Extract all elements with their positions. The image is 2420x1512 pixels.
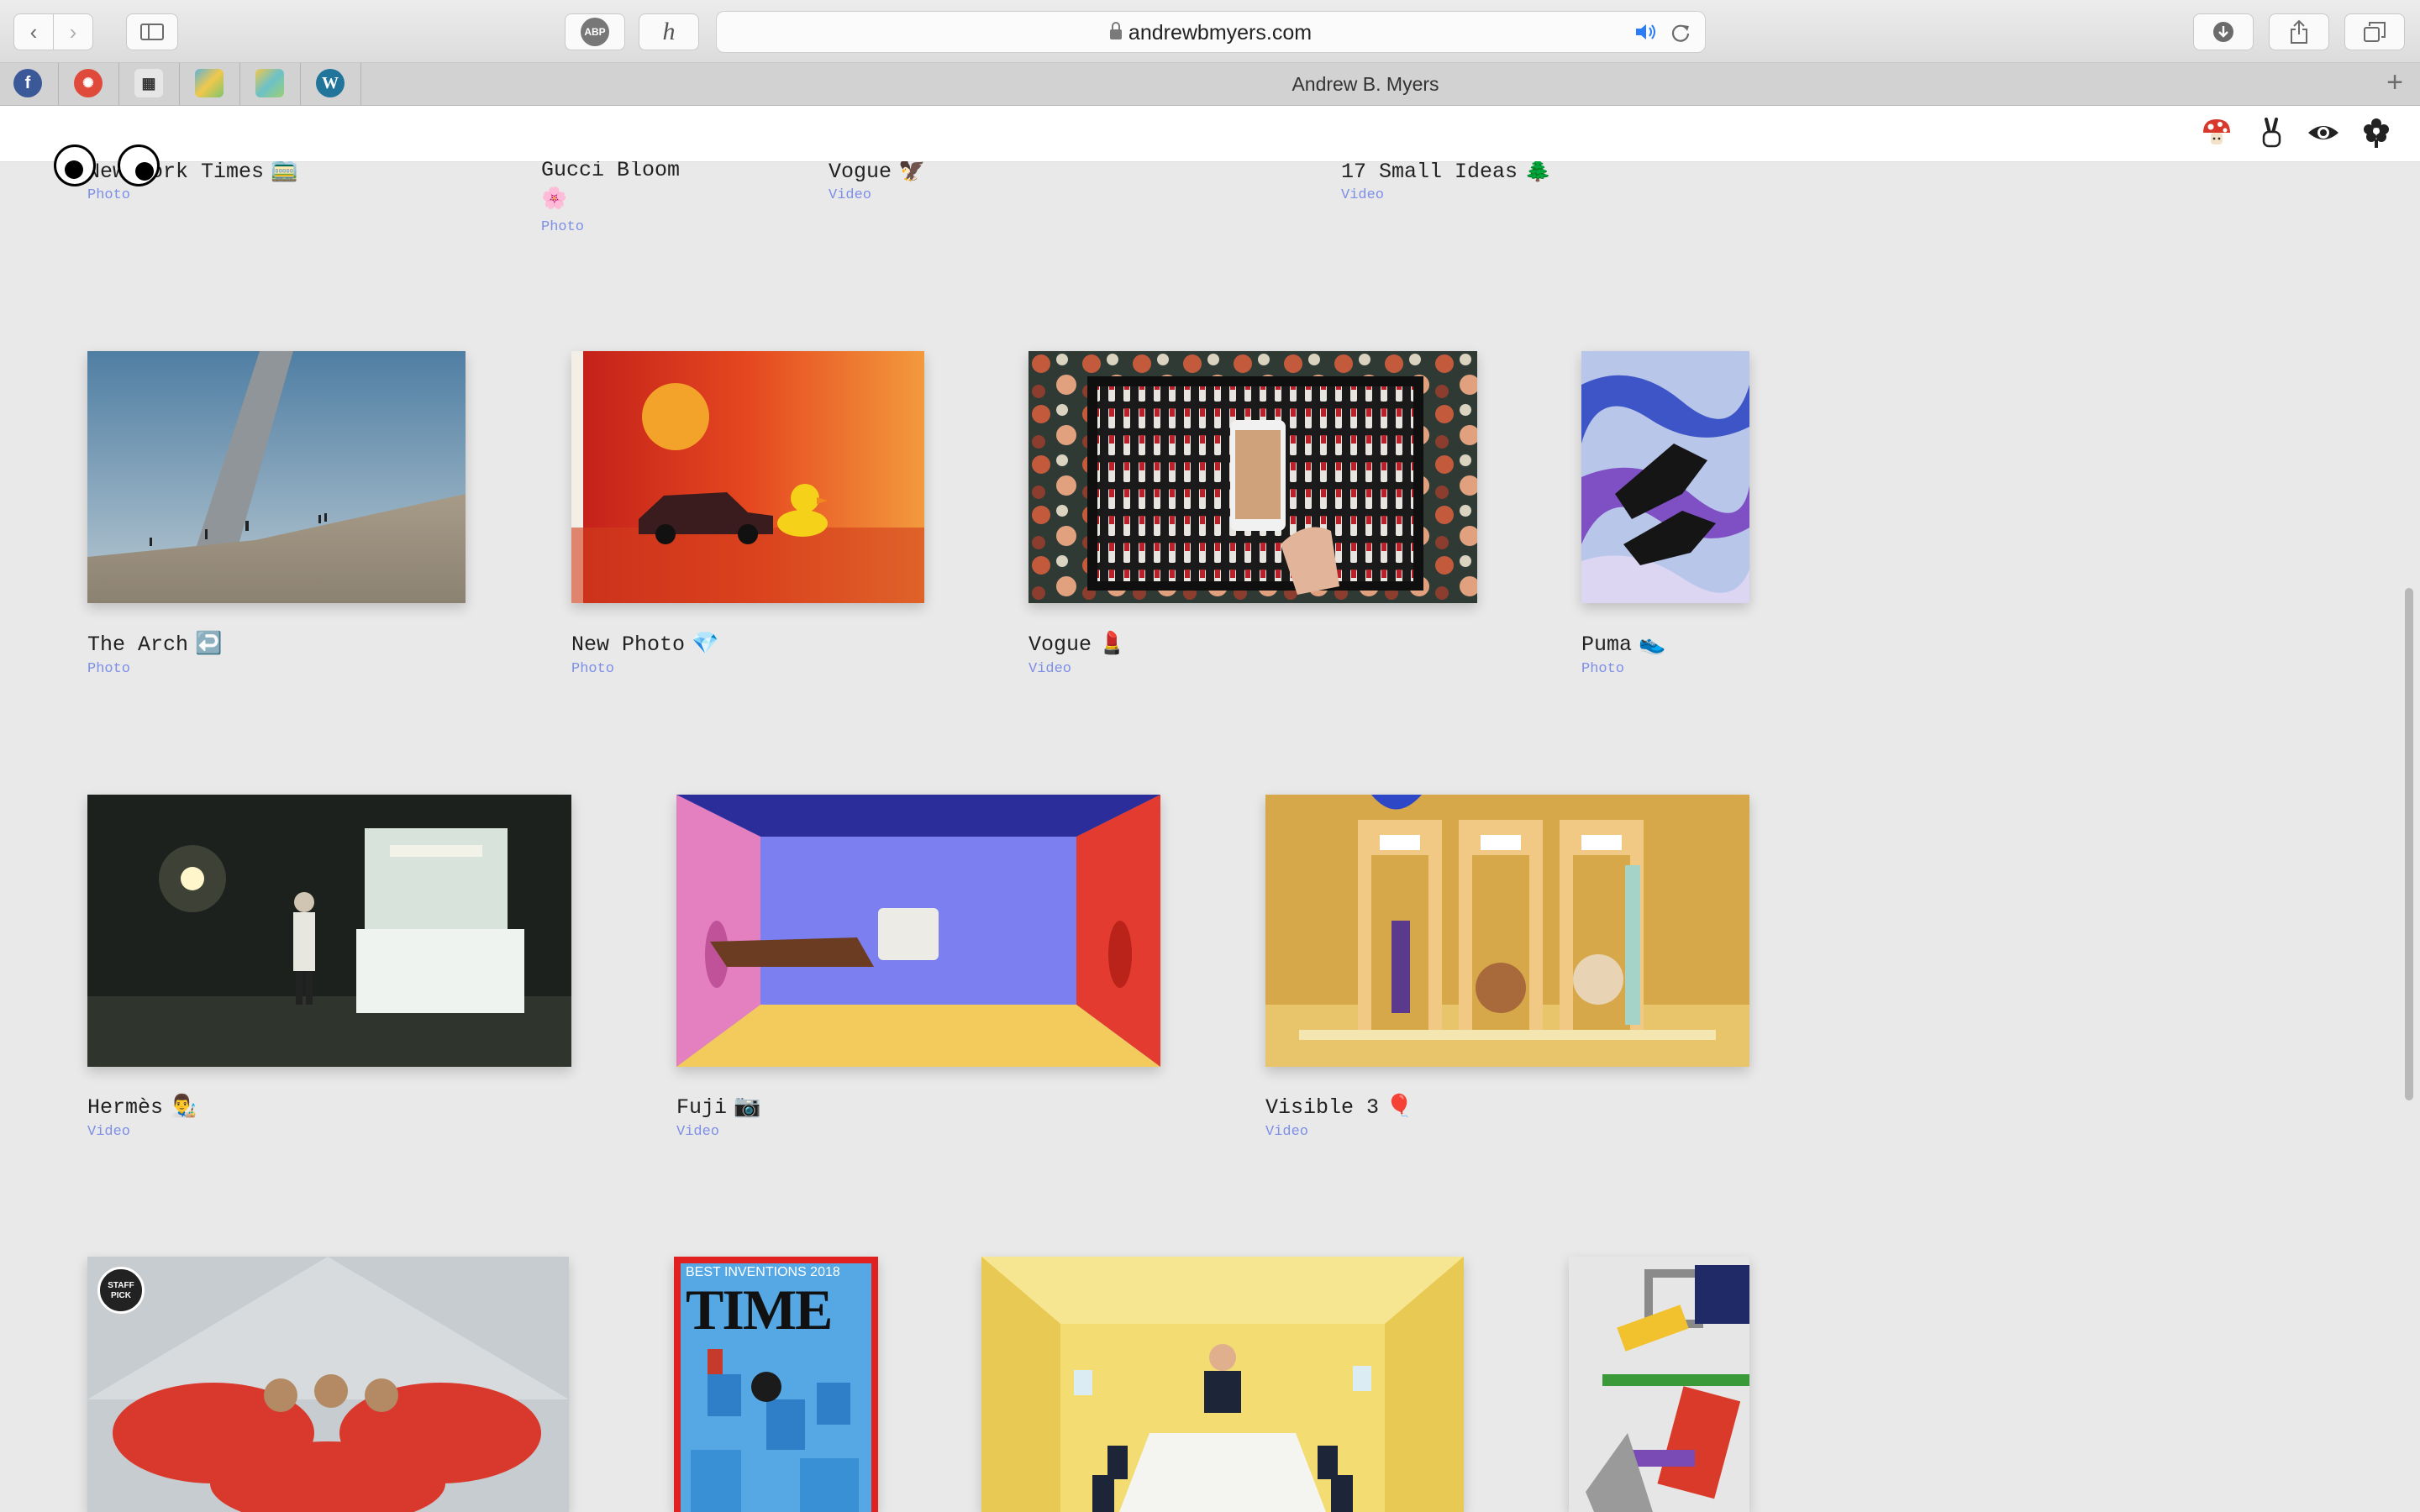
project-thumbnail-new-photo[interactable] xyxy=(571,351,924,603)
sidebar-icon xyxy=(140,24,164,40)
project-thumbnail-visible-3[interactable] xyxy=(1265,795,1749,1067)
site-header xyxy=(0,106,2420,161)
flower-icon[interactable] xyxy=(2360,116,2393,156)
project-thumbnail-red-figures[interactable]: STAFF PICK xyxy=(87,1257,569,1512)
project-kind: Video xyxy=(1265,1124,1309,1140)
googly-eye-left xyxy=(54,144,96,186)
project-title[interactable]: Puma 👟 xyxy=(1581,631,1665,657)
project-title[interactable]: New Photo 💎 xyxy=(571,631,718,657)
project-kind: Photo xyxy=(87,187,131,203)
victory-hand-icon[interactable] xyxy=(2254,116,2288,156)
browser-toolbar: ‹ › ABP h andrewbmyers.com xyxy=(0,0,2420,63)
project-title[interactable]: 17 Small Ideas 🌲 xyxy=(1341,158,1551,184)
project-title[interactable]: Hermès 👨‍🎨 xyxy=(87,1094,197,1120)
project-thumbnail-the-arch[interactable] xyxy=(87,351,466,603)
colorful-map-favorite-icon-2[interactable] xyxy=(255,69,284,97)
project-thumbnail-fuji[interactable] xyxy=(676,795,1160,1067)
project-title-emoji: 🌸 xyxy=(541,187,568,212)
project-thumbnail-vogue-lipstick[interactable] xyxy=(1028,351,1477,603)
time-masthead: TIME xyxy=(686,1278,833,1341)
audio-playing-icon[interactable] xyxy=(1634,22,1660,42)
project-kind: Photo xyxy=(87,661,131,677)
project-kind: Video xyxy=(87,1124,131,1140)
project-kind: Video xyxy=(676,1124,720,1140)
share-icon xyxy=(2291,19,2307,44)
project-kind: Video xyxy=(1341,187,1385,203)
tab-bar: f ✺ ▦ W Andrew B. Myers + xyxy=(0,63,2420,106)
wordpress-favorite-icon[interactable]: W xyxy=(316,69,345,97)
tab-overview-button[interactable] xyxy=(2344,13,2405,50)
project-title[interactable]: Fuji 📷 xyxy=(676,1094,760,1120)
grid-favorite-icon[interactable]: ▦ xyxy=(134,69,163,97)
project-kind: Video xyxy=(829,187,872,203)
googly-eye-right xyxy=(118,144,160,186)
tabs-icon xyxy=(2364,22,2386,42)
downloads-button[interactable] xyxy=(2193,13,2254,50)
staff-pick-badge: STAFF PICK xyxy=(97,1267,145,1314)
project-kind: Photo xyxy=(571,661,615,677)
address-bar[interactable]: andrewbmyers.com xyxy=(716,11,1706,53)
url-text: andrewbmyers.com xyxy=(1128,21,1313,45)
facebook-favorite-icon[interactable]: f xyxy=(13,69,42,97)
share-button[interactable] xyxy=(2269,13,2329,50)
project-thumbnail-puma[interactable] xyxy=(1581,351,1749,603)
adblock-icon: ABP xyxy=(581,18,609,46)
eye-icon[interactable] xyxy=(2307,116,2340,156)
new-tab-button[interactable]: + xyxy=(2380,68,2410,98)
project-thumbnail-boardroom[interactable] xyxy=(981,1257,1464,1512)
mushroom-icon[interactable] xyxy=(2200,116,2233,156)
lock-icon xyxy=(1109,22,1122,39)
adblock-button[interactable]: ABP xyxy=(565,13,625,50)
project-thumbnail-time-cover[interactable]: BEST INVENTIONS 2018 TIME xyxy=(674,1257,878,1512)
dribbble-favorite-icon[interactable]: ✺ xyxy=(74,69,103,97)
project-kind: Photo xyxy=(1581,661,1625,677)
forward-button[interactable]: › xyxy=(53,13,93,50)
download-icon xyxy=(2213,22,2233,42)
project-title[interactable]: The Arch ↩️ xyxy=(87,631,222,657)
project-title[interactable]: Gucci Bloom xyxy=(541,158,680,182)
project-title[interactable]: Vogue 🦅 xyxy=(829,158,925,184)
project-title[interactable]: Vogue 💄 xyxy=(1028,631,1125,657)
colorful-map-favorite-icon[interactable] xyxy=(195,69,224,97)
sidebar-toggle-button[interactable] xyxy=(126,13,178,50)
project-thumbnail-abstract-shapes[interactable] xyxy=(1569,1257,1749,1512)
page-scrollbar[interactable] xyxy=(2405,588,2413,1100)
project-thumbnail-hermes[interactable] xyxy=(87,795,571,1067)
active-tab[interactable]: Andrew B. Myers xyxy=(361,73,2370,96)
project-kind: Video xyxy=(1028,661,1072,677)
back-button[interactable]: ‹ xyxy=(13,13,54,50)
honey-extension-button[interactable]: h xyxy=(639,13,699,50)
reload-icon[interactable] xyxy=(1670,22,1691,44)
project-kind: Photo xyxy=(541,219,585,235)
project-title[interactable]: Visible 3 🎈 xyxy=(1265,1094,1413,1120)
